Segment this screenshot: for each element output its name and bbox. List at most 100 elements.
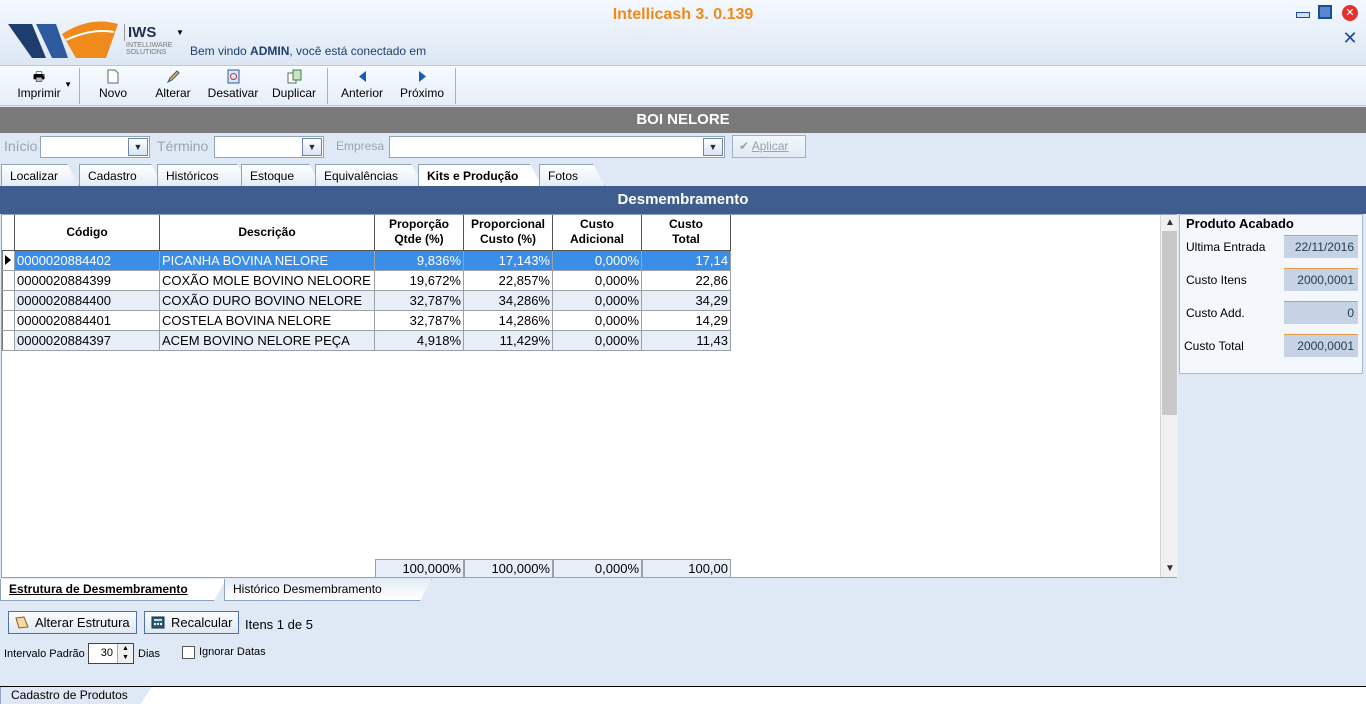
calculator-icon xyxy=(151,616,165,629)
cell-description[interactable]: COXÃO MOLE BOVINO NELOORE xyxy=(159,269,375,291)
cell-code[interactable]: 0000020884399 xyxy=(14,269,160,291)
scroll-up-icon[interactable]: ▲ xyxy=(1161,216,1179,230)
cell-add-cost[interactable]: 0,000% xyxy=(552,309,642,331)
arrow-right-icon xyxy=(414,69,430,84)
cell-add-cost[interactable]: 0,000% xyxy=(552,269,642,291)
recalculate-button[interactable]: Recalcular xyxy=(144,611,240,634)
table-row[interactable]: 0000020884401 COSTELA BOVINA NELORE 32,7… xyxy=(2,309,731,331)
deactivate-icon xyxy=(225,69,241,84)
close-button[interactable]: ✕ xyxy=(1342,5,1358,21)
ignore-dates-label[interactable]: Ignorar Datas xyxy=(199,646,266,658)
start-date-combo[interactable]: ▼ xyxy=(40,136,150,158)
add-cost-field[interactable]: 0 xyxy=(1284,301,1358,324)
tab-estoque[interactable]: Estoque xyxy=(241,164,321,186)
cell-code[interactable]: 0000020884401 xyxy=(14,309,160,331)
add-cost-row: Custo Add. 0 xyxy=(1186,301,1358,325)
cell-code[interactable]: 0000020884400 xyxy=(14,289,160,311)
company-combo[interactable]: ▼ xyxy=(389,136,725,158)
col-proporcao-qtde[interactable]: Proporção Qtde (%) xyxy=(374,215,464,251)
cell-total-cost[interactable]: 17,14 xyxy=(641,249,731,271)
last-entry-field[interactable]: 22/11/2016 xyxy=(1284,235,1358,258)
chevron-down-icon[interactable]: ▼ xyxy=(703,138,723,156)
logo-menu-chevron-icon[interactable]: ▼ xyxy=(176,28,184,37)
cell-prop-qty[interactable]: 32,787% xyxy=(374,289,464,311)
chevron-down-icon[interactable]: ▼ xyxy=(302,138,322,156)
cell-prop-cost[interactable]: 11,429% xyxy=(463,329,553,351)
cell-prop-qty[interactable]: 9,836% xyxy=(374,249,464,271)
close-form-button[interactable]: ✕ xyxy=(1342,29,1358,47)
record-title: BOI NELORE xyxy=(0,107,1366,133)
cell-add-cost[interactable]: 0,000% xyxy=(552,289,642,311)
window-tab-cadastro-produtos[interactable]: Cadastro de Produtos xyxy=(0,687,152,704)
finished-product-title: Produto Acabado xyxy=(1186,216,1294,231)
duplicate-button[interactable]: Duplicar xyxy=(268,66,320,106)
interval-stepper[interactable]: 30 ▲ ▼ xyxy=(88,643,134,664)
col-descricao[interactable]: Descrição xyxy=(159,215,375,251)
stepper-arrows-icon[interactable]: ▲ ▼ xyxy=(117,644,133,663)
tab-cadastro[interactable]: Cadastro xyxy=(79,164,163,186)
table-row[interactable]: 0000020884399 COXÃO MOLE BOVINO NELOORE … xyxy=(2,269,731,291)
breakdown-grid[interactable]: Código Descrição Proporção Qtde (%) Propo… xyxy=(1,214,1178,578)
cell-description[interactable]: COSTELA BOVINA NELORE xyxy=(159,309,375,331)
cell-prop-qty[interactable]: 19,672% xyxy=(374,269,464,291)
logo-subtitle: INTELLIWARE SOLUTIONS xyxy=(126,42,173,56)
cell-prop-cost[interactable]: 17,143% xyxy=(463,249,553,271)
cell-description[interactable]: ACEM BOVINO NELORE PEÇA xyxy=(159,329,375,351)
ignore-dates-checkbox[interactable] xyxy=(182,646,195,659)
cell-prop-cost[interactable]: 34,286% xyxy=(463,289,553,311)
total-cost-field[interactable]: 2000,0001 xyxy=(1284,334,1358,357)
next-button[interactable]: Próximo xyxy=(396,66,448,106)
edit-structure-button[interactable]: Alterar Estrutura xyxy=(8,611,137,634)
deactivate-button[interactable]: Desativar xyxy=(204,66,262,106)
total-cost-row: Custo Total 2000,0001 xyxy=(1184,334,1358,358)
tab-fotos[interactable]: Fotos xyxy=(539,164,605,186)
scroll-down-icon[interactable]: ▼ xyxy=(1161,562,1179,576)
title-bar: IWS INTELLIWARE SOLUTIONS ▼ Intellicash … xyxy=(0,0,1366,66)
col-proporcional-custo[interactable]: Proporcional Custo (%) xyxy=(463,215,553,251)
grid-scrollbar[interactable]: ▲ ▼ xyxy=(1160,215,1178,577)
cell-prop-cost[interactable]: 14,286% xyxy=(463,309,553,331)
cell-code[interactable]: 0000020884397 xyxy=(14,329,160,351)
cell-add-cost[interactable]: 0,000% xyxy=(552,249,642,271)
cell-code[interactable]: 0000020884402 xyxy=(14,249,160,271)
tab-estrutura-desmembramento[interactable]: Estrutura de Desmembramento xyxy=(0,579,226,601)
scrollbar-thumb[interactable] xyxy=(1162,231,1177,415)
previous-button[interactable]: Anterior xyxy=(336,66,388,106)
tab-historico-desmembramento[interactable]: Histórico Desmembramento xyxy=(224,579,432,601)
cell-description[interactable]: COXÃO DURO BOVINO NELORE xyxy=(159,289,375,311)
cell-total-cost[interactable]: 11,43 xyxy=(641,329,731,351)
row-indicator-header xyxy=(2,215,15,251)
tab-kits-producao[interactable]: Kits e Produção xyxy=(418,164,542,186)
print-button[interactable]: 🖶 Imprimir ▼ xyxy=(4,66,74,106)
table-row[interactable]: 0000020884397 ACEM BOVINO NELORE PEÇA 4,… xyxy=(2,329,731,351)
new-button[interactable]: Novo xyxy=(90,66,136,106)
chevron-down-icon[interactable]: ▼ xyxy=(128,138,148,156)
tab-localizar[interactable]: Localizar xyxy=(1,164,79,186)
cell-prop-qty[interactable]: 32,787% xyxy=(374,309,464,331)
table-row[interactable]: 0000020884400 COXÃO DURO BOVINO NELORE 3… xyxy=(2,289,731,311)
cell-total-cost[interactable]: 34,29 xyxy=(641,289,731,311)
apply-button[interactable]: ✔ Aplicar xyxy=(732,135,806,158)
cell-total-cost[interactable]: 22,86 xyxy=(641,269,731,291)
table-row[interactable]: 0000020884402 PICANHA BOVINA NELORE 9,83… xyxy=(2,249,731,271)
col-custo-total[interactable]: Custo Total xyxy=(641,215,731,251)
cell-add-cost[interactable]: 0,000% xyxy=(552,329,642,351)
items-cost-row: Custo Itens 2000,0001 xyxy=(1186,268,1358,292)
minimize-button[interactable] xyxy=(1294,6,1310,22)
col-custo-adicional[interactable]: Custo Adicional xyxy=(552,215,642,251)
cell-prop-cost[interactable]: 22,857% xyxy=(463,269,553,291)
edit-button[interactable]: Alterar xyxy=(148,66,198,106)
user-name: ADMIN xyxy=(250,44,290,58)
end-date-combo[interactable]: ▼ xyxy=(214,136,324,158)
print-dropdown-icon[interactable]: ▼ xyxy=(64,80,72,89)
cell-description[interactable]: PICANHA BOVINA NELORE xyxy=(159,249,375,271)
cell-total-cost[interactable]: 14,29 xyxy=(641,309,731,331)
col-codigo[interactable]: Código xyxy=(14,215,160,251)
items-cost-field[interactable]: 2000,0001 xyxy=(1284,268,1358,291)
cell-prop-qty[interactable]: 4,918% xyxy=(374,329,464,351)
tab-historicos[interactable]: Históricos xyxy=(157,164,249,186)
maximize-button[interactable] xyxy=(1318,5,1332,19)
start-label: Início xyxy=(4,138,38,154)
filter-bar: Início ▼ Término ▼ Empresa ▼ ✔ Aplicar xyxy=(0,133,1366,161)
tab-equivalencias[interactable]: Equivalências xyxy=(315,164,423,186)
